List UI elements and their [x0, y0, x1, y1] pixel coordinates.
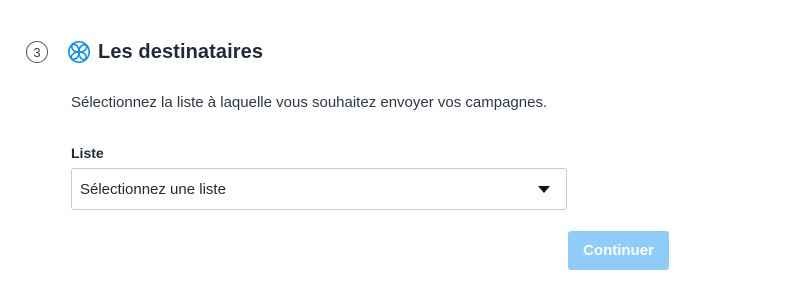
step-description: Sélectionnez la liste à laquelle vous so…	[71, 94, 548, 111]
list-select[interactable]: Sélectionnez une liste	[71, 168, 567, 210]
list-field-label: Liste	[71, 145, 104, 161]
sendinblue-swirl-icon	[67, 40, 91, 64]
continue-button[interactable]: Continuer	[568, 231, 669, 270]
step-title: Les destinataires	[98, 40, 264, 63]
step-number-badge: 3	[26, 41, 48, 63]
step-header: 3 Les destinataires	[26, 39, 263, 65]
caret-down-icon	[538, 186, 550, 193]
list-select-value: Sélectionnez une liste	[80, 180, 226, 198]
recipients-step-panel: 3 Les destinataires Sélectionnez la list…	[0, 0, 794, 290]
